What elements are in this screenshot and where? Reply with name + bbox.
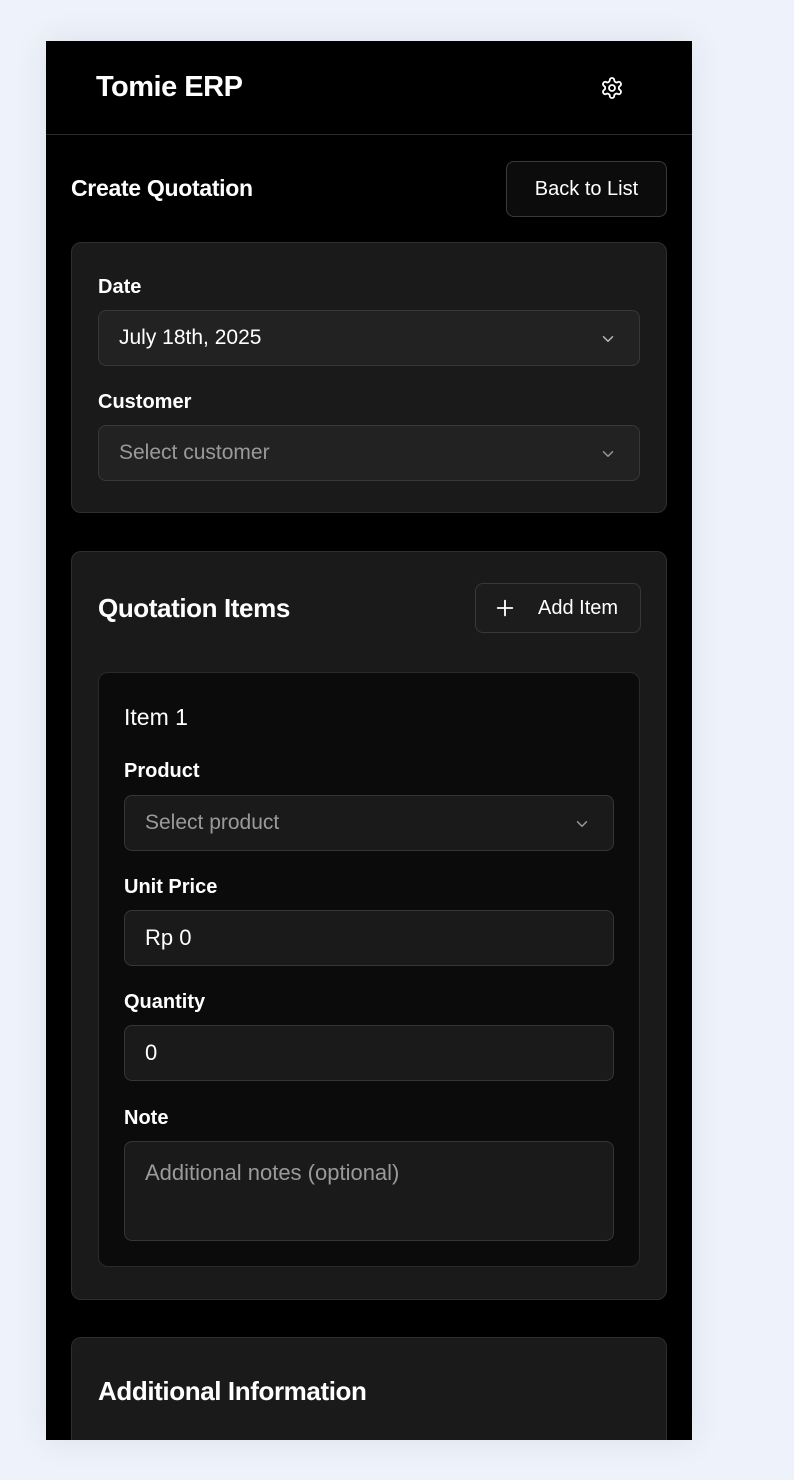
additional-info-title: Additional Information [98,1376,367,1406]
app-title: Tomie ERP [96,71,243,103]
quantity-label: Quantity [124,991,206,1013]
customer-select[interactable]: Select customer [98,425,640,481]
page-header: Create Quotation Back to List [71,161,667,217]
quantity-input[interactable]: 0 [124,1025,614,1081]
unit-price-label: Unit Price [124,876,218,898]
add-item-button[interactable]: Add Item [475,583,641,633]
quotation-items-title: Quotation Items [98,593,290,623]
customer-label: Customer [98,391,192,413]
chevron-down-icon [576,821,588,827]
chevron-down-icon [602,336,614,342]
product-select[interactable]: Select product [124,795,614,851]
back-to-list-button[interactable]: Back to List [506,161,667,217]
product-label: Product [124,760,200,782]
app-header: Tomie ERP [46,41,692,135]
date-label: Date [98,276,142,298]
unit-price-value: Rp 0 [145,925,192,950]
quotation-items-card: Quotation Items Add Item Item 1 Product … [71,551,667,1300]
additional-info-card: Additional Information [71,1337,667,1440]
customer-placeholder: Select customer [119,441,270,464]
date-picker[interactable]: July 18th, 2025 [98,310,640,366]
add-item-label: Add Item [538,596,619,619]
date-value: July 18th, 2025 [119,326,262,349]
plus-icon [496,599,514,617]
quotation-item: Item 1 Product Select product Unit Price… [98,672,640,1267]
chevron-down-icon [602,451,614,457]
item-title: Item 1 [124,704,188,730]
gear-icon [602,77,622,99]
unit-price-input[interactable]: Rp 0 [124,910,614,966]
page-title: Create Quotation [71,175,253,201]
general-info-card: Date July 18th, 2025 Customer Select cus… [71,242,667,513]
note-label: Note [124,1107,169,1129]
product-placeholder: Select product [145,811,280,834]
quantity-value: 0 [145,1040,158,1065]
settings-button[interactable] [598,74,626,102]
note-textarea[interactable]: Additional notes (optional) [124,1141,614,1241]
app-window: Tomie ERP Create Quotation Back to List … [46,41,692,1440]
